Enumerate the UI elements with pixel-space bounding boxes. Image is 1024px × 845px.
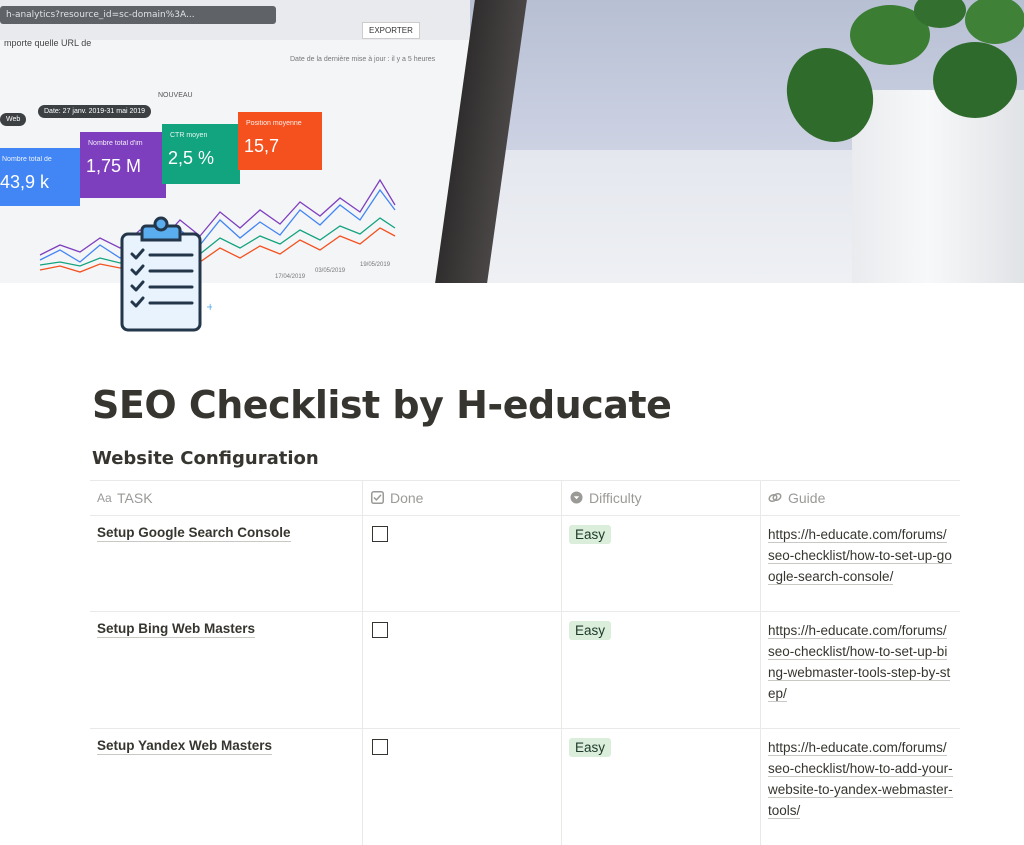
column-header-guide[interactable]: Guide bbox=[761, 481, 960, 515]
browser-url-bar: h-analytics?resource_id=sc-domain%3A... bbox=[0, 6, 276, 24]
done-checkbox[interactable] bbox=[372, 622, 388, 638]
difficulty-cell[interactable]: Easy bbox=[562, 612, 761, 728]
plant-leaves bbox=[786, 0, 1024, 142]
guide-link[interactable]: https://h-educate.com/forums/seo-checkli… bbox=[768, 623, 951, 702]
url-property-icon bbox=[768, 491, 782, 505]
task-title[interactable]: Setup Bing Web Masters bbox=[97, 621, 256, 638]
checkbox-property-icon bbox=[370, 491, 384, 505]
column-header-task[interactable]: Aa TASK bbox=[90, 481, 363, 515]
task-cell[interactable]: Setup Yandex Web Masters bbox=[90, 729, 363, 845]
chip-date: Date: 27 janv. 2019-31 mai 2019 bbox=[38, 105, 152, 118]
guide-link[interactable]: https://h-educate.com/forums/seo-checkli… bbox=[768, 740, 953, 819]
laptop-screen: h-analytics?resource_id=sc-domain%3A... … bbox=[0, 0, 470, 283]
column-header-done[interactable]: Done bbox=[363, 481, 562, 515]
chart-date-label: 03/05/2019 bbox=[315, 268, 346, 274]
difficulty-cell[interactable]: Easy bbox=[562, 729, 761, 845]
table-row[interactable]: Setup Yandex Web Masters Easy https://h-… bbox=[90, 729, 960, 845]
column-label: TASK bbox=[117, 490, 153, 506]
clipboard-checklist-icon[interactable]: + bbox=[112, 212, 212, 332]
column-label: Difficulty bbox=[589, 490, 642, 506]
database-title[interactable]: Website Configuration bbox=[92, 448, 319, 469]
table-row[interactable]: Setup Google Search Console Easy https:/… bbox=[90, 516, 960, 612]
guide-cell[interactable]: https://h-educate.com/forums/seo-checkli… bbox=[761, 612, 960, 728]
nouveau-label: NOUVEAU bbox=[158, 92, 193, 99]
database-table: Aa TASK Done Difficulty Guide Setup Goog… bbox=[90, 480, 960, 845]
difficulty-tag: Easy bbox=[569, 738, 612, 757]
metric-label: Position moyenne bbox=[246, 120, 302, 127]
task-title[interactable]: Setup Google Search Console bbox=[97, 525, 291, 542]
done-checkbox[interactable] bbox=[372, 526, 388, 542]
export-button: EXPORTER bbox=[362, 22, 420, 39]
text-property-icon: Aa bbox=[97, 491, 112, 505]
done-cell bbox=[363, 612, 562, 728]
difficulty-tag: Easy bbox=[569, 525, 612, 544]
metric-label: CTR moyen bbox=[170, 132, 208, 139]
select-property-icon bbox=[569, 491, 583, 505]
task-title[interactable]: Setup Yandex Web Masters bbox=[97, 738, 273, 755]
table-header-row: Aa TASK Done Difficulty Guide bbox=[90, 481, 960, 516]
chart-date-label: 19/05/2019 bbox=[360, 262, 391, 268]
guide-link[interactable]: https://h-educate.com/forums/seo-checkli… bbox=[768, 527, 952, 585]
table-row[interactable]: Setup Bing Web Masters Easy https://h-ed… bbox=[90, 612, 960, 729]
guide-cell[interactable]: https://h-educate.com/forums/seo-checkli… bbox=[761, 729, 960, 845]
done-cell bbox=[363, 729, 562, 845]
column-label: Done bbox=[390, 490, 424, 506]
chart-date-label: 17/04/2019 bbox=[275, 274, 306, 280]
page-title[interactable]: SEO Checklist by H-educate bbox=[92, 383, 672, 427]
column-label: Guide bbox=[788, 490, 826, 506]
difficulty-tag: Easy bbox=[569, 621, 612, 640]
done-checkbox[interactable] bbox=[372, 739, 388, 755]
column-header-difficulty[interactable]: Difficulty bbox=[562, 481, 761, 515]
svg-text:+: + bbox=[206, 302, 212, 313]
done-cell bbox=[363, 516, 562, 611]
task-cell[interactable]: Setup Google Search Console bbox=[90, 516, 363, 611]
guide-cell[interactable]: https://h-educate.com/forums/seo-checkli… bbox=[761, 516, 960, 611]
chip-web: Web bbox=[0, 113, 27, 126]
difficulty-cell[interactable]: Easy bbox=[562, 516, 761, 611]
metric-label: Nombre total d'im bbox=[88, 140, 143, 147]
filter-text: mporte quelle URL de bbox=[4, 38, 92, 48]
task-cell[interactable]: Setup Bing Web Masters bbox=[90, 612, 363, 728]
chart-line-impressions bbox=[39, 178, 396, 256]
last-update-note: Date de la dernière mise à jour : il y a… bbox=[290, 56, 436, 63]
